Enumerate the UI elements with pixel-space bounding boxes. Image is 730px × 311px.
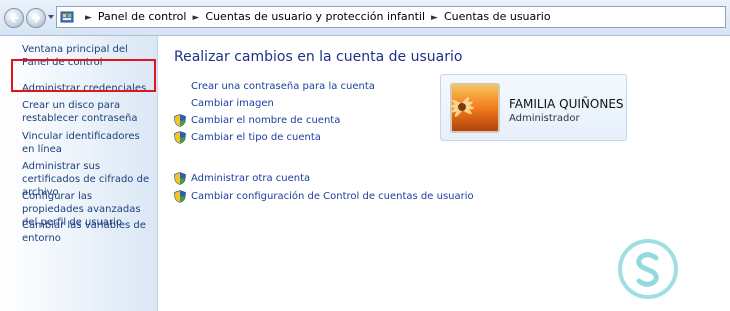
watermark-logo-icon [618, 239, 678, 299]
chevron-right-icon[interactable]: ► [192, 13, 199, 23]
forward-arrow-icon [32, 13, 41, 23]
control-panel-icon [60, 11, 74, 23]
account-card: FAMILIA QUIÑONES Administrador [440, 74, 627, 141]
uac-shield-icon [174, 114, 186, 127]
task-crear-contrasena[interactable]: Crear una contraseña para la cuenta [191, 81, 375, 92]
breadcrumb-item-cuentas-de-usuario[interactable]: Cuentas de usuario [444, 10, 551, 23]
highlight-box [11, 59, 156, 92]
flower-avatar-icon [452, 85, 498, 131]
task-configuracion-uac[interactable]: Cambiar configuración de Control de cuen… [191, 191, 474, 202]
recent-pages-dropdown[interactable] [48, 15, 54, 19]
breadcrumb: ► Panel de control ► Cuentas de usuario y p… [79, 10, 551, 23]
task-cambiar-nombre[interactable]: Cambiar el nombre de cuenta [191, 115, 340, 126]
task-cambiar-imagen[interactable]: Cambiar imagen [191, 98, 274, 109]
forward-button[interactable] [26, 8, 46, 28]
uac-shield-icon [174, 172, 186, 185]
uac-shield-icon [174, 131, 186, 144]
back-arrow-icon [9, 13, 18, 23]
chevron-right-icon[interactable]: ► [431, 13, 438, 23]
task-administrar-otra-cuenta[interactable]: Administrar otra cuenta [191, 173, 310, 184]
sidebar-link-crear-disco[interactable]: Crear un disco para restablecer contrase… [22, 99, 154, 125]
task-cambiar-tipo[interactable]: Cambiar el tipo de cuenta [191, 132, 321, 143]
breadcrumb-item-panel-de-control[interactable]: Panel de control [98, 10, 187, 23]
account-type: Administrador [509, 113, 580, 124]
address-bar: ► Panel de control ► Cuentas de usuario y p… [0, 0, 730, 36]
address-field[interactable]: ► Panel de control ► Cuentas de usuario y p… [56, 6, 726, 28]
breadcrumb-item-cuentas-proteccion[interactable]: Cuentas de usuario y protección infantil [205, 10, 425, 23]
sidebar-link-vincular-identificadores[interactable]: Vincular identificadores en línea [22, 130, 154, 156]
account-name: FAMILIA QUIÑONES [509, 97, 624, 111]
avatar[interactable] [450, 83, 500, 133]
chevron-right-icon[interactable]: ► [85, 13, 92, 23]
page-title: Realizar cambios en la cuenta de usuario [174, 49, 463, 65]
back-button[interactable] [4, 8, 24, 28]
sidebar-link-variables-entorno[interactable]: Cambiar las variables de entorno [22, 219, 154, 245]
uac-shield-icon [174, 190, 186, 203]
